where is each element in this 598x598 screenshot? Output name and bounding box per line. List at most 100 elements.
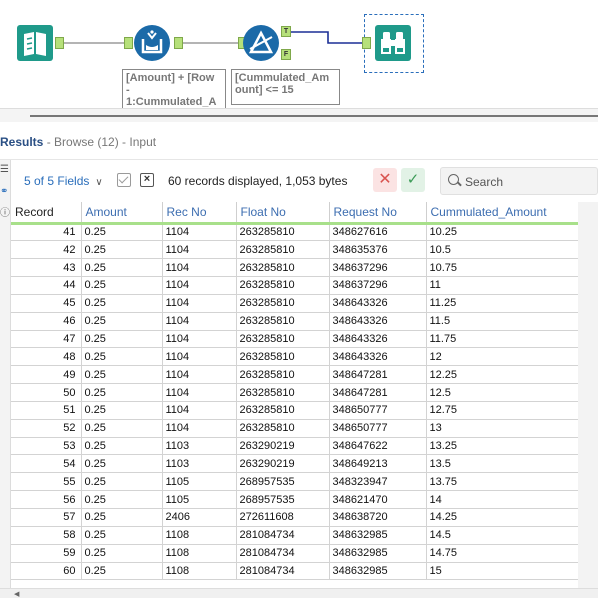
- table-cell[interactable]: 42: [11, 240, 82, 260]
- table-cell[interactable]: 52: [11, 419, 82, 438]
- table-cell[interactable]: 348637296: [329, 276, 427, 295]
- formula-annotation[interactable]: [Amount] + [Row - 1:Cummulated_A: [122, 69, 226, 108]
- table-cell[interactable]: 12.25: [426, 365, 579, 385]
- table-cell[interactable]: 13.75: [426, 472, 579, 492]
- table-cell[interactable]: 263285810: [236, 240, 330, 260]
- table-cell[interactable]: 263285810: [236, 223, 330, 242]
- search-box[interactable]: [440, 167, 598, 195]
- table-cell[interactable]: 1104: [162, 347, 237, 367]
- table-cell[interactable]: 0.25: [81, 330, 163, 349]
- table-cell[interactable]: 348621470: [329, 490, 427, 509]
- table-cell[interactable]: 1104: [162, 276, 237, 295]
- table-cell[interactable]: 1104: [162, 223, 237, 242]
- table-row[interactable]: 43 0.25 1104 263285810 348637296 10.75: [11, 258, 579, 278]
- table-cell[interactable]: 10.5: [426, 240, 579, 260]
- table-cell[interactable]: 44: [11, 276, 82, 295]
- table-cell[interactable]: 263285810: [236, 365, 330, 385]
- table-cell[interactable]: 0.25: [81, 419, 163, 438]
- table-row[interactable]: 58 0.25 1108 281084734 348632985 14.5: [11, 526, 579, 545]
- results-grid[interactable]: Record Amount Rec No Float No Request No…: [11, 202, 579, 581]
- table-cell[interactable]: 50: [11, 383, 82, 402]
- table-row[interactable]: 56 0.25 1105 268957535 348621470 14: [11, 490, 579, 509]
- table-cell[interactable]: 348647281: [329, 365, 427, 385]
- table-cell[interactable]: 0.25: [81, 347, 163, 367]
- table-cell[interactable]: 263285810: [236, 294, 330, 313]
- table-cell[interactable]: 2406: [162, 508, 237, 527]
- table-cell[interactable]: 263285810: [236, 330, 330, 349]
- table-cell[interactable]: 0.25: [81, 223, 163, 242]
- table-cell[interactable]: 268957535: [236, 472, 330, 492]
- formula-output-anchor[interactable]: [174, 37, 183, 49]
- table-cell[interactable]: 10.25: [426, 223, 579, 242]
- table-cell[interactable]: 0.25: [81, 276, 163, 295]
- table-cell[interactable]: 11: [426, 276, 579, 295]
- column-header-rec-no[interactable]: Rec No: [162, 202, 237, 225]
- table-cell[interactable]: 41: [11, 223, 82, 242]
- table-cell[interactable]: 348627616: [329, 223, 427, 242]
- table-cell[interactable]: 11.5: [426, 312, 579, 331]
- table-cell[interactable]: 1104: [162, 330, 237, 349]
- table-cell[interactable]: 0.25: [81, 454, 163, 474]
- table-cell[interactable]: 0.25: [81, 526, 163, 545]
- search-input[interactable]: [465, 173, 593, 190]
- table-cell[interactable]: 58: [11, 526, 82, 545]
- table-cell[interactable]: 263285810: [236, 401, 330, 420]
- table-cell[interactable]: 1108: [162, 562, 237, 581]
- input-output-anchor[interactable]: [55, 37, 64, 49]
- table-cell[interactable]: 14.5: [426, 526, 579, 545]
- table-cell[interactable]: 60: [11, 562, 82, 581]
- table-cell[interactable]: 1108: [162, 544, 237, 563]
- table-cell[interactable]: 1105: [162, 472, 237, 492]
- table-cell[interactable]: 1104: [162, 419, 237, 438]
- table-cell[interactable]: 1104: [162, 401, 237, 420]
- table-cell[interactable]: 348323947: [329, 472, 427, 492]
- table-cell[interactable]: 13.5: [426, 454, 579, 474]
- table-cell[interactable]: 272611608: [236, 508, 330, 527]
- table-cell[interactable]: 0.25: [81, 490, 163, 509]
- table-row[interactable]: 46 0.25 1104 263285810 348643326 11.5: [11, 312, 579, 331]
- column-header-amount[interactable]: Amount: [81, 202, 163, 225]
- table-cell[interactable]: 263285810: [236, 383, 330, 402]
- table-cell[interactable]: 348650777: [329, 419, 427, 438]
- table-row[interactable]: 50 0.25 1104 263285810 348647281 12.5: [11, 383, 579, 402]
- link-icon[interactable]: ⚭: [0, 186, 10, 198]
- table-cell[interactable]: 263285810: [236, 258, 330, 278]
- column-header-record[interactable]: Record: [11, 202, 82, 225]
- table-cell[interactable]: 51: [11, 401, 82, 420]
- table-cell[interactable]: 13: [426, 419, 579, 438]
- panel-splitter[interactable]: [0, 108, 598, 122]
- formula-input-anchor[interactable]: [124, 37, 133, 49]
- table-cell[interactable]: 1104: [162, 365, 237, 385]
- table-cell[interactable]: 348632985: [329, 544, 427, 563]
- column-header-float-no[interactable]: Float No: [236, 202, 330, 225]
- table-cell[interactable]: 1105: [162, 490, 237, 509]
- table-cell[interactable]: 10.75: [426, 258, 579, 278]
- table-cell[interactable]: 11.25: [426, 294, 579, 313]
- table-cell[interactable]: 1104: [162, 383, 237, 402]
- browse-input-anchor[interactable]: [362, 37, 371, 49]
- table-cell[interactable]: 348638720: [329, 508, 427, 527]
- table-cell[interactable]: 263285810: [236, 419, 330, 438]
- table-row[interactable]: 59 0.25 1108 281084734 348632985 14.75: [11, 544, 579, 563]
- table-cell[interactable]: 281084734: [236, 526, 330, 545]
- table-cell[interactable]: 268957535: [236, 490, 330, 509]
- table-row[interactable]: 42 0.25 1104 263285810 348635376 10.5: [11, 240, 579, 260]
- table-row[interactable]: 45 0.25 1104 263285810 348643326 11.25: [11, 294, 579, 313]
- filter-annotation[interactable]: [Cummulated_Am ount] <= 15: [231, 69, 340, 105]
- table-cell[interactable]: 12: [426, 347, 579, 367]
- table-cell[interactable]: 54: [11, 454, 82, 474]
- table-cell[interactable]: 59: [11, 544, 82, 563]
- table-row[interactable]: 57 0.25 2406 272611608 348638720 14.25: [11, 508, 579, 527]
- input-data-tool-icon[interactable]: [17, 25, 53, 61]
- table-cell[interactable]: 0.25: [81, 383, 163, 402]
- table-cell[interactable]: 281084734: [236, 544, 330, 563]
- table-cell[interactable]: 348650777: [329, 401, 427, 420]
- close-box-icon[interactable]: ×: [140, 173, 154, 187]
- table-cell[interactable]: 11.75: [426, 330, 579, 349]
- table-cell[interactable]: 43: [11, 258, 82, 278]
- table-cell[interactable]: 1103: [162, 437, 237, 456]
- filter-true-anchor[interactable]: T: [281, 26, 291, 37]
- table-cell[interactable]: 348649213: [329, 454, 427, 474]
- info-icon[interactable]: ⓘ: [0, 208, 10, 220]
- table-cell[interactable]: 0.25: [81, 472, 163, 492]
